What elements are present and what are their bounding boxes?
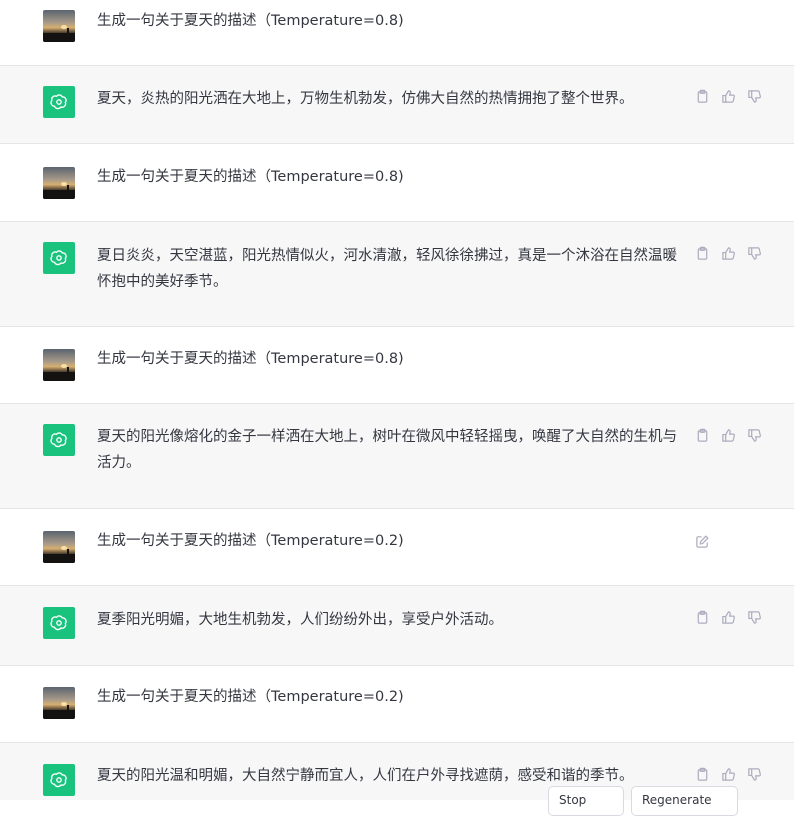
thumbs-down-icon[interactable] (747, 610, 762, 625)
thumbs-down-icon[interactable] (747, 89, 762, 104)
user-message-text: 生成一句关于夏天的描述（Temperature=0.2) (97, 689, 404, 705)
thumbs-up-icon[interactable] (721, 767, 736, 782)
regenerate-button[interactable]: Regenerate (631, 786, 738, 816)
edit-icon[interactable] (695, 534, 710, 549)
openai-logo-icon (43, 86, 75, 118)
user-avatar (43, 531, 75, 563)
message-actions (695, 767, 762, 782)
clipboard-icon[interactable] (695, 767, 710, 782)
clipboard-icon[interactable] (695, 89, 710, 104)
user-message-row: 生成一句关于夏天的描述（Temperature=0.8) (0, 0, 794, 66)
user-message-text: 生成一句关于夏天的描述（Temperature=0.8) (97, 351, 404, 367)
user-message-row: 生成一句关于夏天的描述（Temperature=0.2) (0, 666, 794, 743)
thumbs-up-icon[interactable] (721, 89, 736, 104)
thumbs-down-icon[interactable] (747, 428, 762, 443)
clipboard-icon[interactable] (695, 246, 710, 261)
assistant-message-text: 夏天，炎热的阳光洒在大地上，万物生机勃发，仿佛大自然的热情拥抱了整个世界。 (97, 91, 634, 107)
user-message-row: 生成一句关于夏天的描述（Temperature=0.8) (0, 144, 794, 222)
user-avatar (43, 349, 75, 381)
openai-logo-icon (43, 242, 75, 274)
clipboard-icon[interactable] (695, 428, 710, 443)
openai-logo-icon (43, 607, 75, 639)
user-avatar (43, 687, 75, 719)
stop-button-label: Stop (559, 793, 587, 807)
user-avatar (43, 10, 75, 42)
assistant-message-text: 夏季阳光明媚，大地生机勃发，人们纷纷外出，享受户外活动。 (97, 612, 503, 628)
stop-button[interactable]: Stop (548, 786, 624, 816)
user-message-text: 生成一句关于夏天的描述（Temperature=0.8) (97, 169, 404, 185)
user-avatar (43, 167, 75, 199)
assistant-message-row: 夏天的阳光像熔化的金子一样洒在大地上，树叶在微风中轻轻摇曳，唤醒了大自然的生机与… (0, 404, 794, 509)
clipboard-icon[interactable] (695, 610, 710, 625)
thumbs-down-icon[interactable] (747, 767, 762, 782)
assistant-message-row: 夏日炎炎，天空湛蓝，阳光热情似火，河水清澈，轻风徐徐拂过，真是一个沐浴在自然温暖… (0, 222, 794, 327)
message-actions (695, 246, 762, 261)
assistant-message-text: 夏日炎炎，天空湛蓝，阳光热情似火，河水清澈，轻风徐徐拂过，真是一个沐浴在自然温暖… (97, 248, 677, 290)
message-actions (695, 610, 762, 625)
assistant-message-text: 夏天的阳光像熔化的金子一样洒在大地上，树叶在微风中轻轻摇曳，唤醒了大自然的生机与… (97, 429, 677, 471)
user-message-text: 生成一句关于夏天的描述（Temperature=0.8) (97, 13, 404, 29)
openai-logo-icon (43, 424, 75, 456)
message-actions (695, 428, 762, 443)
message-actions (695, 534, 710, 549)
user-message-row: 生成一句关于夏天的描述（Temperature=0.2) (0, 509, 794, 586)
assistant-message-row: 夏季阳光明媚，大地生机勃发，人们纷纷外出，享受户外活动。 (0, 586, 794, 666)
thumbs-up-icon[interactable] (721, 610, 736, 625)
message-actions (695, 89, 762, 104)
user-message-row: 生成一句关于夏天的描述（Temperature=0.8) (0, 327, 794, 404)
thumbs-down-icon[interactable] (747, 246, 762, 261)
openai-logo-icon (43, 764, 75, 796)
regenerate-button-label: Regenerate (642, 793, 712, 807)
assistant-message-row: 夏天，炎热的阳光洒在大地上，万物生机勃发，仿佛大自然的热情拥抱了整个世界。 (0, 66, 794, 144)
thumbs-up-icon[interactable] (721, 428, 736, 443)
user-message-text: 生成一句关于夏天的描述（Temperature=0.2) (97, 533, 404, 549)
thumbs-up-icon[interactable] (721, 246, 736, 261)
